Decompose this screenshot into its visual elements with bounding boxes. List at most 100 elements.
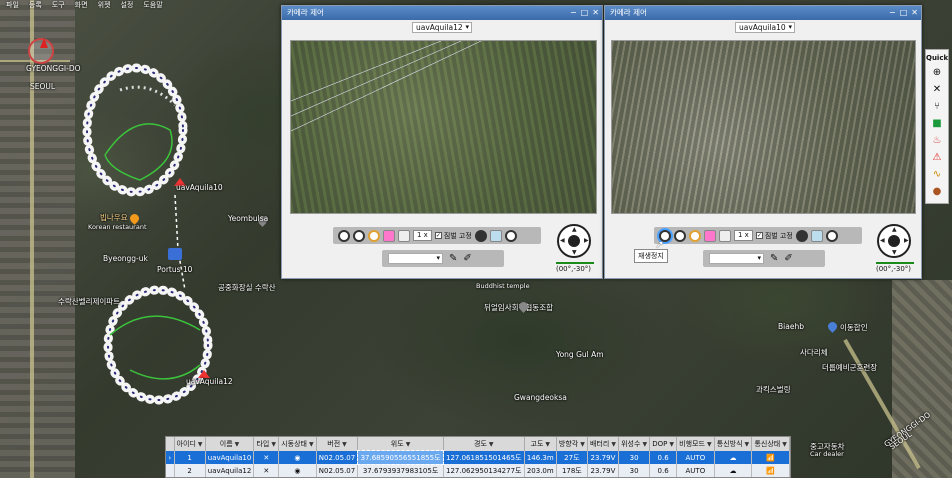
column-header[interactable]: 배터리 ▼ bbox=[587, 437, 620, 451]
cell-satellites[interactable]: 30 bbox=[618, 464, 651, 477]
pen-icon[interactable]: ✎ bbox=[449, 253, 457, 264]
palette-icon[interactable] bbox=[383, 229, 395, 242]
screen-icon[interactable] bbox=[810, 229, 823, 242]
map-label: Buddhist temple bbox=[476, 282, 530, 290]
column-header[interactable]: 버전 ▼ bbox=[316, 437, 359, 451]
column-header[interactable]: 경도 ▼ bbox=[443, 437, 525, 451]
cell-longitude[interactable]: 127.061851501465도 bbox=[443, 451, 525, 464]
record-icon[interactable] bbox=[674, 229, 686, 242]
menu-item[interactable]: 파일 bbox=[6, 0, 19, 11]
record-icon[interactable] bbox=[353, 229, 365, 242]
cell-id[interactable]: 2 bbox=[174, 464, 206, 477]
stop-record-icon[interactable] bbox=[338, 229, 350, 242]
settings-icon[interactable] bbox=[825, 229, 838, 242]
signal-icon: 📶 bbox=[751, 451, 790, 464]
menu-item[interactable]: 화면 bbox=[75, 0, 88, 11]
city-area-east bbox=[892, 280, 952, 478]
brush-icon[interactable]: ✐ bbox=[784, 253, 792, 264]
column-header[interactable]: DOP ▼ bbox=[649, 437, 678, 451]
maximize-button[interactable]: □ bbox=[900, 6, 908, 20]
cell-longitude[interactable]: 127.062950134277도 bbox=[443, 464, 525, 477]
camera-video-feed[interactable] bbox=[290, 40, 597, 214]
cell-dop[interactable]: 0.6 bbox=[649, 464, 678, 477]
uav-select[interactable]: uavAquila10 bbox=[735, 22, 795, 33]
settings-icon[interactable] bbox=[504, 229, 517, 242]
menu-item[interactable]: 위젯 bbox=[98, 0, 111, 11]
window-title-bar[interactable]: 카메라 제어 − □ ✕ bbox=[282, 6, 602, 20]
place-icon[interactable] bbox=[826, 320, 839, 333]
brush-icon[interactable]: ✐ bbox=[463, 253, 471, 264]
gimbal-fix-checkbox[interactable]: ✓ 짐벌 고정 bbox=[434, 231, 472, 241]
map-label: 이동합인 bbox=[840, 323, 868, 332]
drone-icon[interactable]: ✕ bbox=[929, 84, 945, 96]
menu-item[interactable]: 도구 bbox=[52, 0, 65, 11]
screen-icon[interactable] bbox=[489, 229, 502, 242]
add-icon[interactable]: ⊕ bbox=[929, 67, 945, 79]
camera-icon[interactable]: ■ bbox=[929, 118, 945, 130]
column-header[interactable]: 위도 ▼ bbox=[357, 437, 444, 451]
column-header[interactable]: 시동상태 ▼ bbox=[278, 437, 317, 451]
target-icon[interactable] bbox=[474, 229, 487, 242]
close-button[interactable]: ✕ bbox=[911, 6, 918, 20]
window-title-bar[interactable]: 카메라 제어 − □ ✕ bbox=[605, 6, 921, 20]
cell-satellites[interactable]: 30 bbox=[618, 451, 651, 464]
table-row[interactable]: › 1 uavAquila10 ✕ ◉ N02.05.07 37.6859055… bbox=[166, 450, 790, 465]
route-icon[interactable]: ⑂ bbox=[929, 101, 945, 113]
cell-battery[interactable]: 23.79V bbox=[587, 464, 620, 477]
zoom-select[interactable]: 1 x bbox=[413, 230, 432, 241]
column-header[interactable]: 아이디 ▼ bbox=[174, 437, 206, 451]
column-header[interactable]: 위성수 ▼ bbox=[618, 437, 651, 451]
cell-name[interactable]: uavAquila10 bbox=[205, 451, 255, 464]
column-header[interactable]: 통신방식 ▼ bbox=[714, 437, 753, 451]
column-header[interactable]: 고도 ▼ bbox=[524, 437, 557, 451]
gimbal-fix-checkbox[interactable]: ✓ 짐벌 고정 bbox=[755, 231, 793, 241]
zoom-select[interactable]: 1 x bbox=[734, 230, 753, 241]
maximize-button[interactable]: □ bbox=[581, 6, 589, 20]
photo-icon[interactable] bbox=[689, 229, 701, 242]
cell-latitude[interactable]: 37.68590556551855도 bbox=[356, 450, 445, 465]
compass-icon[interactable] bbox=[28, 38, 54, 64]
palette-icon[interactable] bbox=[704, 229, 716, 242]
table-row[interactable]: 2 uavAquila12 ✕ ◉ N02.05.07 37.679393798… bbox=[166, 464, 790, 477]
cell-battery[interactable]: 23.79V bbox=[587, 451, 620, 464]
alert-icon[interactable]: ⚠ bbox=[929, 152, 945, 164]
column-header[interactable]: 방향각 ▼ bbox=[556, 437, 588, 451]
cell-altitude[interactable]: 203.0m bbox=[524, 464, 557, 477]
cell-heading[interactable]: 178도 bbox=[556, 464, 588, 477]
minimize-button[interactable]: − bbox=[889, 6, 896, 20]
chart-icon[interactable]: ∿ bbox=[929, 169, 945, 181]
mode-select[interactable] bbox=[709, 253, 764, 264]
blank-button[interactable] bbox=[719, 229, 731, 242]
gimbal-control-pad[interactable]: ▲ ▼ ◀ ▶ bbox=[877, 224, 911, 258]
cell-version[interactable]: N02.05.07 bbox=[316, 464, 359, 477]
close-button[interactable]: ✕ bbox=[592, 6, 599, 20]
column-header[interactable]: 비행모드 ▼ bbox=[676, 437, 715, 451]
fire-icon[interactable]: ♨ bbox=[929, 135, 945, 147]
menu-item[interactable]: 등록 bbox=[29, 0, 42, 11]
mode-select[interactable] bbox=[388, 253, 443, 264]
minimize-button[interactable]: − bbox=[570, 6, 577, 20]
uav-select[interactable]: uavAquila12 bbox=[412, 22, 472, 33]
camera-control-bar-2: ✎ ✐ bbox=[382, 250, 504, 267]
menu-item[interactable]: 설정 bbox=[120, 0, 133, 11]
pen-icon[interactable]: ✎ bbox=[770, 253, 778, 264]
camera-video-feed[interactable] bbox=[611, 40, 916, 214]
column-header[interactable]: 통신상태 ▼ bbox=[751, 437, 790, 451]
cell-id[interactable]: 1 bbox=[174, 451, 206, 464]
cell-heading[interactable]: 27도 bbox=[556, 451, 588, 464]
layer-icon[interactable]: ● bbox=[929, 186, 945, 198]
photo-icon[interactable] bbox=[368, 229, 380, 242]
menu-item[interactable]: 도움말 bbox=[143, 0, 162, 11]
cell-dop[interactable]: 0.6 bbox=[649, 451, 678, 464]
column-header[interactable]: 타입 ▼ bbox=[253, 437, 280, 451]
target-icon[interactable] bbox=[795, 229, 808, 242]
uav-label: uavAquila12 bbox=[186, 377, 233, 386]
comm-type-icon: ☁ bbox=[714, 451, 753, 464]
gimbal-control-pad[interactable]: ▲ ▼ ◀ ▶ bbox=[557, 224, 591, 258]
cell-altitude[interactable]: 146.3m bbox=[524, 451, 557, 464]
cell-latitude[interactable]: 37.6793937983105도 bbox=[357, 464, 444, 477]
column-header[interactable]: 이름 ▼ bbox=[205, 437, 255, 451]
cell-name[interactable]: uavAquila12 bbox=[205, 464, 255, 477]
cell-version[interactable]: N02.05.07 bbox=[316, 451, 359, 464]
blank-button[interactable] bbox=[398, 229, 410, 242]
